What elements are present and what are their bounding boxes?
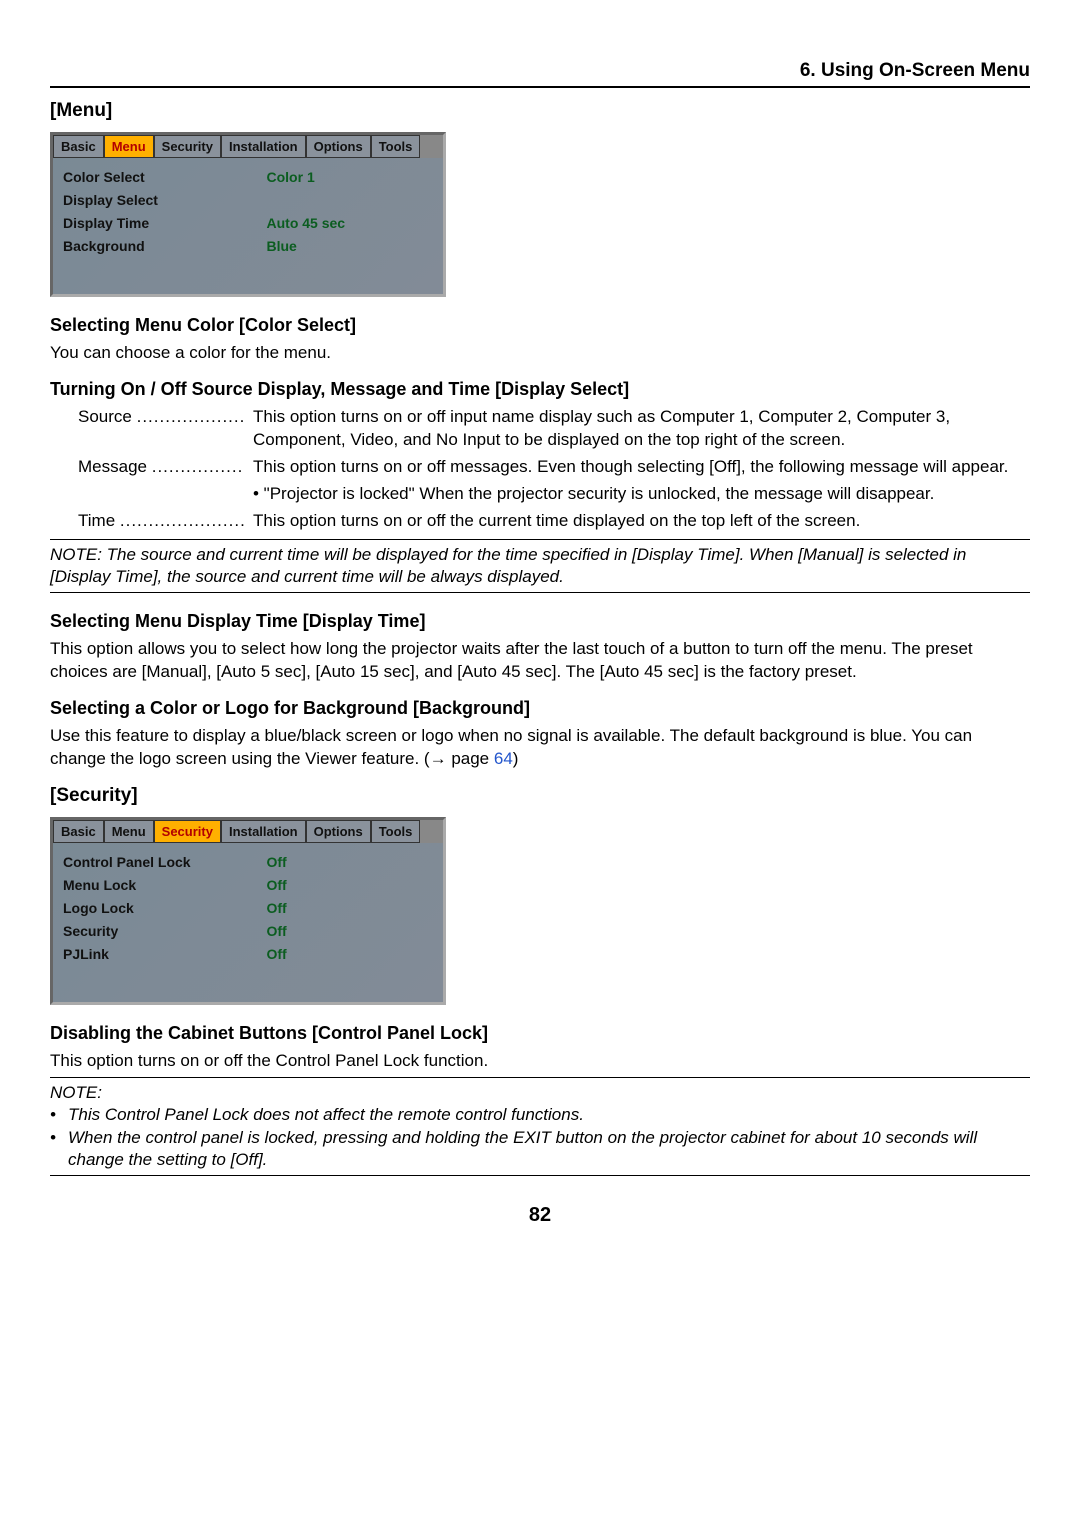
- def-term-time: Time ......................: [50, 510, 253, 533]
- security-screenshot: Basic Menu Security Installation Options…: [50, 817, 446, 1005]
- menu-screenshot: Basic Menu Security Installation Options…: [50, 132, 446, 297]
- color-select-heading: Selecting Menu Color [Color Select]: [50, 315, 1030, 336]
- tab-menu: Menu: [104, 820, 154, 843]
- def-desc-time: This option turns on or off the current …: [253, 510, 1030, 533]
- background-heading: Selecting a Color or Logo for Background…: [50, 698, 1030, 719]
- display-select-note: NOTE: The source and current time will b…: [50, 539, 1030, 593]
- menu-row-value: [267, 189, 434, 212]
- bullet-icon: •: [50, 1104, 68, 1126]
- page-link-64[interactable]: 64: [494, 749, 513, 768]
- background-text: Use this feature to display a blue/black…: [50, 725, 1030, 771]
- def-term-message: Message ................: [50, 456, 253, 479]
- menu-tabs: Basic Menu Security Installation Options…: [53, 135, 443, 158]
- note-label: NOTE:: [50, 1082, 1030, 1104]
- color-select-text: You can choose a color for the menu.: [50, 342, 1030, 365]
- cpl-note: NOTE: • This Control Panel Lock does not…: [50, 1077, 1030, 1175]
- menu-row-label: Color Select: [63, 166, 267, 189]
- sec-row-value: Off: [267, 920, 434, 943]
- display-time-heading: Selecting Menu Display Time [Display Tim…: [50, 611, 1030, 632]
- def-term-source: Source ...................: [50, 406, 253, 452]
- sec-row-value: Off: [267, 943, 434, 966]
- menu-row-value: Blue: [267, 235, 434, 258]
- display-select-definitions: Source ................... This option t…: [50, 406, 1030, 533]
- note-item: This Control Panel Lock does not affect …: [68, 1104, 584, 1126]
- def-desc-source: This option turns on or off input name d…: [253, 406, 1030, 452]
- tab-menu: Menu: [104, 135, 154, 158]
- sec-row-label: Control Panel Lock: [63, 851, 267, 874]
- menu-row-value: Color 1: [267, 166, 434, 189]
- tab-options: Options: [306, 820, 371, 843]
- tab-installation: Installation: [221, 820, 306, 843]
- sec-row-value: Off: [267, 897, 434, 920]
- cpl-heading: Disabling the Cabinet Buttons [Control P…: [50, 1023, 1030, 1044]
- tab-security: Security: [154, 135, 221, 158]
- section-header: 6. Using On-Screen Menu: [50, 60, 1030, 88]
- sec-row-label: PJLink: [63, 943, 267, 966]
- security-bracket-heading: [Security]: [50, 785, 1030, 807]
- menu-row-label: Background: [63, 235, 267, 258]
- sec-row-value: Off: [267, 874, 434, 897]
- tab-installation: Installation: [221, 135, 306, 158]
- sec-row-label: Menu Lock: [63, 874, 267, 897]
- note-item: When the control panel is locked, pressi…: [68, 1127, 1030, 1171]
- tab-options: Options: [306, 135, 371, 158]
- display-time-text: This option allows you to select how lon…: [50, 638, 1030, 684]
- tab-tools: Tools: [371, 820, 421, 843]
- def-sub-message: • "Projector is locked" When the project…: [253, 483, 1030, 506]
- menu-row-label: Display Time: [63, 212, 267, 235]
- tab-tools: Tools: [371, 135, 421, 158]
- page-number: 82: [50, 1204, 1030, 1227]
- bullet-icon: •: [50, 1127, 68, 1171]
- tab-security: Security: [154, 820, 221, 843]
- menu-row-label: Display Select: [63, 189, 267, 212]
- tab-basic: Basic: [53, 820, 104, 843]
- menu-row-value: Auto 45 sec: [267, 212, 434, 235]
- cpl-text: This option turns on or off the Control …: [50, 1050, 1030, 1073]
- display-select-heading: Turning On / Off Source Display, Message…: [50, 379, 1030, 400]
- sec-row-label: Security: [63, 920, 267, 943]
- sec-row-value: Off: [267, 851, 434, 874]
- tab-basic: Basic: [53, 135, 104, 158]
- def-desc-message: This option turns on or off messages. Ev…: [253, 456, 1030, 479]
- sec-row-label: Logo Lock: [63, 897, 267, 920]
- menu-bracket-heading: [Menu]: [50, 100, 1030, 122]
- security-tabs: Basic Menu Security Installation Options…: [53, 820, 443, 843]
